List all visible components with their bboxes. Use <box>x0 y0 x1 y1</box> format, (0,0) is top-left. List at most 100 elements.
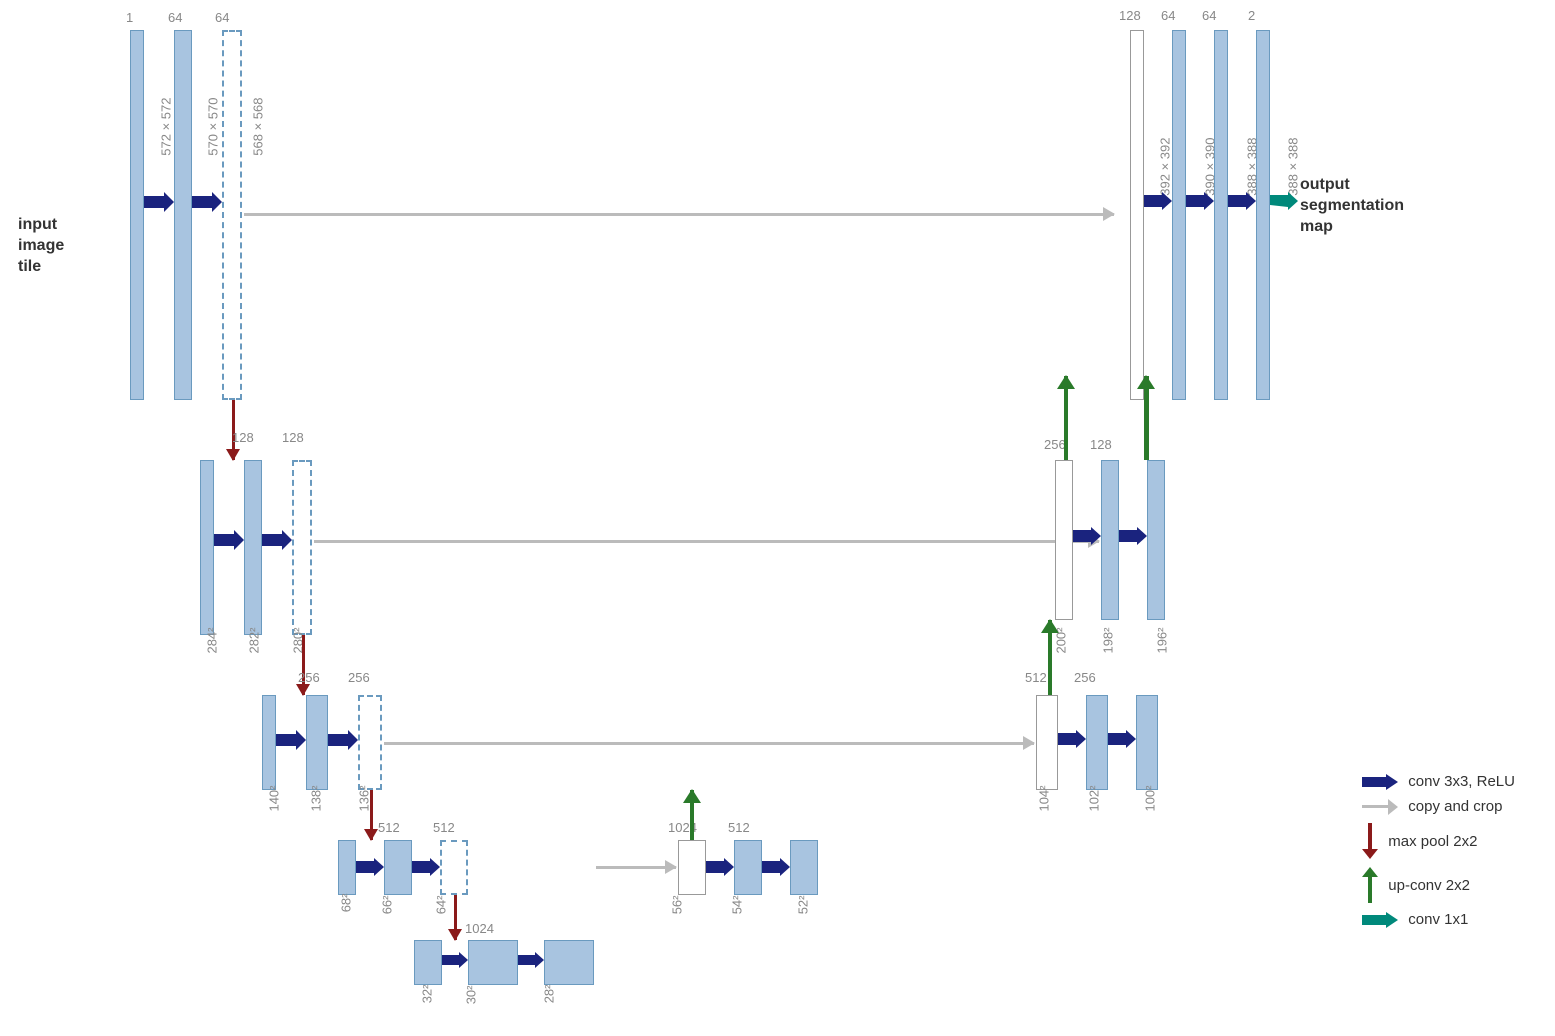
blue-arrow-6 <box>328 730 358 750</box>
fmap-68 <box>338 840 356 895</box>
blue-arrow-3 <box>214 530 244 550</box>
input-label: inputimagetile <box>18 215 64 277</box>
unet-diagram: inputimagetile 1 572 × 572 64 570 × 570 … <box>0 0 1555 1036</box>
fmap-30 <box>468 940 518 985</box>
label-102sq: 102² <box>1087 786 1102 812</box>
label-128-2: 128 <box>282 430 304 445</box>
label-52sq: 52² <box>795 896 810 915</box>
blue-arrow-12 <box>762 858 790 876</box>
copy-crop-arrow-1 <box>244 213 1114 216</box>
label-256-1: 256 <box>298 670 320 685</box>
label-512-right: 512 <box>728 820 750 835</box>
blue-arrow-7 <box>356 858 384 876</box>
label-196sq: 196² <box>1155 628 1170 654</box>
label-2: 2 <box>1248 8 1255 23</box>
fmap-54 <box>734 840 762 895</box>
label-32sq: 32² <box>419 985 434 1004</box>
blue-arrow-10 <box>518 952 544 968</box>
blue-arrow-2 <box>192 192 222 212</box>
output-label: outputsegmentationmap <box>1300 175 1404 237</box>
maxpool-arrow-2 <box>302 635 305 695</box>
maxpool-arrow-3 <box>370 790 373 840</box>
label-56sq: 56² <box>669 896 684 915</box>
fmap-64-dashed <box>440 840 468 895</box>
upconv-arrow-4 <box>1144 376 1149 460</box>
legend-conv-1x1: conv 1x1 <box>1362 911 1515 928</box>
label-138sq: 138² <box>309 786 324 812</box>
fmap-52 <box>790 840 818 895</box>
label-198sq: 198² <box>1101 628 1116 654</box>
label-64-1: 64 <box>168 10 182 25</box>
fmap-390 <box>1172 30 1186 400</box>
blue-arrow-9 <box>442 952 468 968</box>
blue-arrow-8 <box>412 858 440 876</box>
label-1: 1 <box>126 10 133 25</box>
label-104sq: 104² <box>1037 786 1052 812</box>
upconv-arrow-2 <box>1048 620 1052 695</box>
legend-max-pool: max pool 2x2 <box>1362 823 1515 859</box>
blue-arrow-18 <box>1186 192 1214 210</box>
legend-up-conv-label: up-conv 2x2 <box>1388 877 1470 894</box>
upconv-arrow-3 <box>1064 376 1068 460</box>
blue-arrow-13 <box>1058 730 1086 748</box>
fmap-196 <box>1147 460 1165 620</box>
fmap-56-white <box>678 840 706 895</box>
fmap-140 <box>262 695 276 790</box>
label-100sq: 100² <box>1143 786 1158 812</box>
fmap-28 <box>544 940 594 985</box>
legend-copy-crop-label: copy and crop <box>1408 798 1502 815</box>
fmap-102 <box>1086 695 1108 790</box>
label-512-1: 512 <box>378 820 400 835</box>
copy-crop-arrow-3 <box>384 742 1034 745</box>
fmap-284 <box>200 460 214 635</box>
legend-conv-relu-label: conv 3x3, ReLU <box>1408 773 1515 790</box>
label-140sq: 140² <box>267 786 282 812</box>
fmap-104-white <box>1036 695 1058 790</box>
label-256-dec1: 256 <box>1074 670 1096 685</box>
fmap-200-white <box>1055 460 1073 620</box>
legend-up-conv: up-conv 2x2 <box>1362 867 1515 903</box>
fmap-32 <box>414 940 442 985</box>
legend: conv 3x3, ReLU copy and crop max pool 2x… <box>1362 773 1515 936</box>
label-64-dec1: 64 <box>1161 8 1175 23</box>
legend-teal-arrow-icon <box>1362 912 1398 928</box>
label-512-2: 512 <box>433 820 455 835</box>
blue-arrow-14 <box>1108 730 1136 748</box>
fmap-100 <box>1136 695 1158 790</box>
blue-arrow-19 <box>1228 192 1256 210</box>
label-256-dec2: 256 <box>1044 437 1066 452</box>
label-388x388-2: 388 × 388 <box>1286 138 1301 196</box>
fmap-388-2 <box>1256 30 1270 400</box>
blue-arrow-11 <box>706 858 734 876</box>
label-68sq: 68² <box>338 894 353 913</box>
legend-copy-crop: copy and crop <box>1362 798 1515 815</box>
blue-arrow-1 <box>144 192 174 212</box>
label-572x572: 572 × 572 <box>159 98 174 156</box>
legend-max-pool-label: max pool 2x2 <box>1388 833 1477 850</box>
fmap-570 <box>174 30 192 400</box>
label-28sq: 28² <box>541 985 556 1004</box>
label-128-dec1: 128 <box>1090 437 1112 452</box>
label-64sq-d: 64² <box>433 896 448 915</box>
fmap-136-dashed <box>358 695 382 790</box>
blue-arrow-5 <box>276 730 306 750</box>
legend-gray-arrow-icon <box>1362 799 1398 815</box>
fmap-138 <box>306 695 328 790</box>
label-30sq: 30² <box>463 986 478 1005</box>
label-128-1: 128 <box>232 430 254 445</box>
label-568x568: 568 × 568 <box>251 98 266 156</box>
maxpool-arrow-4 <box>454 895 457 940</box>
label-392x392: 392 × 392 <box>1158 138 1173 196</box>
label-284sq: 284² <box>205 628 220 654</box>
fmap-198 <box>1101 460 1119 620</box>
blue-arrow-4 <box>262 530 292 550</box>
legend-blue-arrow-icon <box>1362 774 1398 790</box>
label-128-dec2: 128 <box>1119 8 1141 23</box>
fmap-388-1 <box>1214 30 1228 400</box>
label-256-2: 256 <box>348 670 370 685</box>
fmap-280-dashed <box>292 460 312 635</box>
legend-green-arrow-icon <box>1362 867 1378 903</box>
copy-crop-arrow-4 <box>596 866 676 869</box>
label-512-dec: 512 <box>1025 670 1047 685</box>
blue-arrow-16 <box>1119 527 1147 545</box>
